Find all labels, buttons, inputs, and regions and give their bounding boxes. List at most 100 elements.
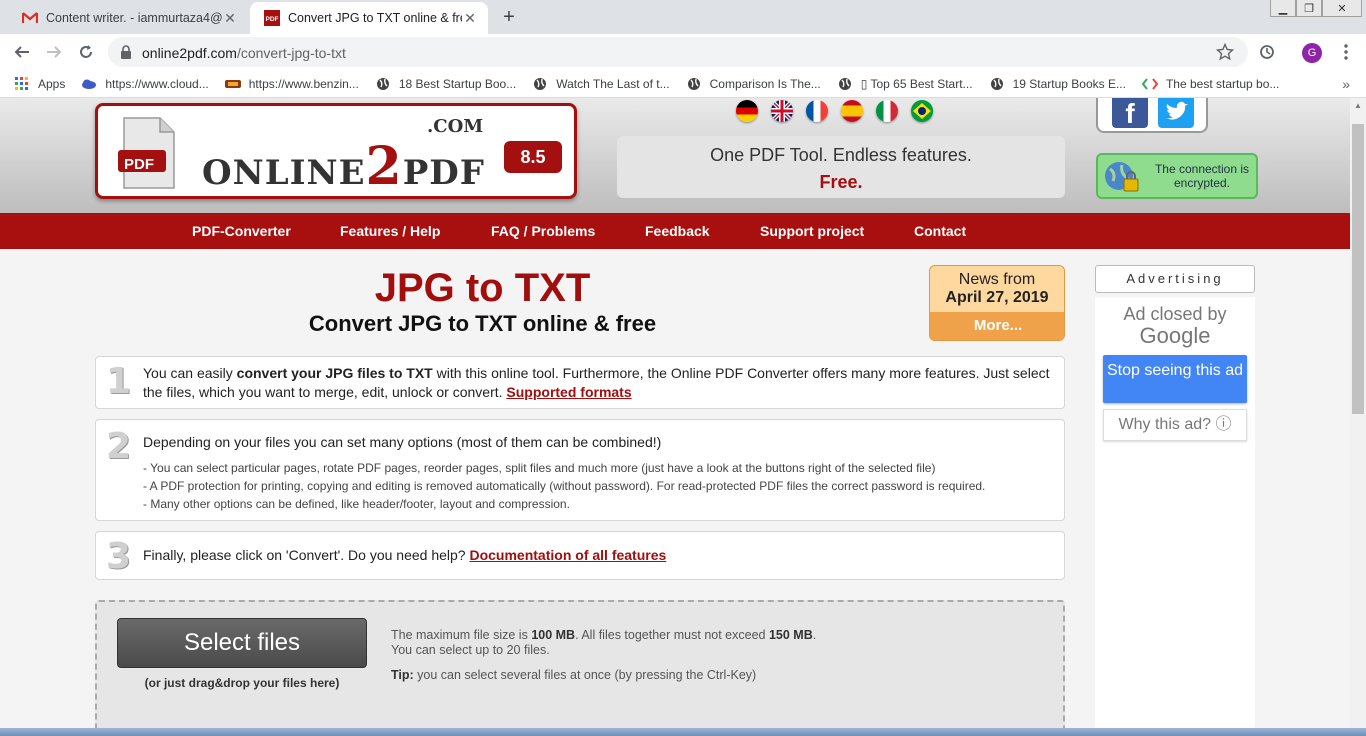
main-nav: PDF-Converter Features / Help FAQ / Prob…	[0, 213, 1350, 249]
brand-com: .COM	[427, 116, 484, 137]
close-window-icon[interactable]: ✕	[1322, 0, 1362, 17]
close-tab-icon[interactable]: ✕	[222, 10, 238, 26]
restore-icon[interactable]: ❐	[1296, 0, 1322, 17]
page-viewport: PDF ONLINE2PDF .COM 8.5 One PDF Tool. En…	[0, 98, 1350, 728]
window-controls: ▁ ❐ ✕	[1270, 0, 1362, 20]
site-header: PDF ONLINE2PDF .COM 8.5 One PDF Tool. En…	[0, 98, 1350, 213]
twitter-icon[interactable]	[1158, 98, 1194, 128]
flag-brazilian-icon[interactable]	[911, 100, 933, 122]
bookmarks-bar: Apps https://www.cloud... https://www.be…	[0, 70, 1366, 98]
browser-toolbar: online2pdf.com/convert-jpg-to-txt G	[0, 34, 1366, 70]
social-links: f	[1096, 98, 1208, 133]
bookmark-star-icon[interactable]	[1215, 42, 1235, 66]
tab-online2pdf[interactable]: PDF Convert JPG to TXT online & free ✕	[250, 2, 488, 34]
bookmark-apps[interactable]: Apps	[14, 76, 65, 92]
nav-features-help[interactable]: Features / Help	[340, 223, 440, 239]
flag-german-icon[interactable]	[736, 100, 758, 122]
flag-italian-icon[interactable]	[876, 100, 898, 122]
step-1: 1 You can easily convert your JPG files …	[95, 356, 1065, 409]
globe-icon	[375, 76, 391, 92]
step-1-text: You can easily convert your JPG files to…	[143, 365, 1050, 400]
step-3-text: Finally, please click on 'Convert'. Do y…	[143, 547, 667, 563]
bookmark-best-startup[interactable]: The best startup bo...	[1141, 76, 1279, 92]
bookmark-19-startup[interactable]: 19 Startup Books E...	[989, 76, 1126, 92]
news-more-button[interactable]: More...	[930, 312, 1064, 340]
page-subtitle: Convert JPG to TXT online & free	[308, 311, 657, 336]
globe-icon	[989, 76, 1005, 92]
news-date: April 27, 2019	[945, 289, 1049, 306]
lock-icon[interactable]	[120, 45, 132, 64]
bookmark-cloud[interactable]: https://www.cloud...	[81, 76, 209, 92]
menu-dots-icon[interactable]	[1334, 40, 1358, 64]
news-box[interactable]: News from April 27, 2019 More...	[929, 265, 1065, 341]
new-tab-button[interactable]: +	[498, 6, 520, 28]
profile-avatar[interactable]: G	[1302, 43, 1322, 63]
pdf-document-icon	[118, 117, 175, 189]
documentation-link[interactable]: Documentation of all features	[469, 547, 666, 563]
stop-seeing-ad-button[interactable]: Stop seeing this ad	[1103, 355, 1247, 403]
code-icon	[1141, 76, 1158, 92]
bookmark-last-of-us[interactable]: Watch The Last of t...	[532, 76, 670, 92]
slogan-box: One PDF Tool. Endless features. Free.	[617, 136, 1065, 198]
drag-drop-hint: (or just drag&drop your files here)	[144, 676, 340, 690]
slogan-line1: One PDF Tool. Endless features.	[710, 145, 972, 165]
supported-formats-link[interactable]: Supported formats	[506, 384, 631, 400]
tab-title: Convert JPG to TXT online & free	[288, 11, 462, 25]
cloud-icon	[81, 76, 97, 92]
os-taskbar	[0, 728, 1366, 736]
benzinga-icon	[224, 76, 241, 92]
bookmark-benzinga[interactable]: https://www.benzin...	[224, 76, 359, 92]
select-files-button[interactable]: Select files	[117, 618, 367, 668]
bookmark-startup-books[interactable]: 18 Best Startup Boo...	[375, 76, 516, 92]
secure-connection-text: The connection is encrypted.	[1154, 162, 1250, 190]
nav-pdf-converter[interactable]: PDF-Converter	[192, 223, 291, 239]
flag-french-icon[interactable]	[806, 100, 828, 122]
upload-dropzone[interactable]: Select files (or just drag&drop your fil…	[95, 600, 1065, 728]
pdf-icon-label: PDF	[124, 156, 154, 173]
minimize-icon[interactable]: ▁	[1270, 0, 1296, 17]
advertising-label: Advertising	[1095, 265, 1255, 293]
bookmark-top-65[interactable]: ▯ Top 65 Best Start...	[837, 76, 973, 92]
bookmarks-overflow-icon[interactable]: »	[1342, 76, 1350, 92]
facebook-icon[interactable]: f	[1112, 98, 1148, 129]
history-icon[interactable]	[1255, 40, 1279, 64]
nav-contact[interactable]: Contact	[914, 223, 966, 239]
tab-gmail[interactable]: Content writer. - iammurtaza4@gmail.com …	[8, 2, 248, 34]
forward-arrow-icon[interactable]	[42, 40, 66, 64]
step-number: 3	[106, 536, 132, 577]
back-arrow-icon[interactable]	[10, 40, 34, 64]
step-2-bullet: - You can select particular pages, rotat…	[143, 461, 936, 475]
language-flags	[736, 100, 946, 122]
pdf-icon: PDF	[264, 10, 280, 26]
svg-text:PDF: PDF	[266, 16, 279, 23]
screen: Content writer. - iammurtaza4@gmail.com …	[0, 0, 1366, 736]
site-logo[interactable]: PDF ONLINE2PDF .COM 8.5	[95, 103, 577, 199]
nav-support-project[interactable]: Support project	[760, 223, 864, 239]
ad-container: Ad closed by Google Stop seeing this ad …	[1095, 297, 1255, 728]
apps-grid-icon	[14, 76, 30, 92]
step-2: 2 Depending on your files you can set ma…	[95, 419, 1065, 521]
scrollbar-thumb[interactable]	[1352, 124, 1364, 414]
reload-icon[interactable]	[74, 40, 98, 64]
scroll-up-icon[interactable]: ▲	[1350, 98, 1366, 114]
why-this-ad-button[interactable]: Why this ad? ⓘ	[1103, 409, 1247, 441]
ad-closed-text: Ad closed by Google	[1095, 303, 1255, 347]
secure-connection-badge: The connection is encrypted.	[1096, 153, 1258, 199]
step-number: 2	[106, 426, 132, 467]
nav-faq-problems[interactable]: FAQ / Problems	[491, 223, 595, 239]
url-text: online2pdf.com/convert-jpg-to-txt	[142, 45, 346, 61]
page-title: JPG to TXT	[374, 266, 591, 310]
flag-english-icon[interactable]	[771, 100, 793, 122]
close-tab-icon[interactable]: ✕	[462, 10, 478, 26]
bookmark-comparison[interactable]: Comparison Is The...	[686, 76, 821, 92]
globe-icon	[686, 76, 702, 92]
step-2-text: Depending on your files you can set many…	[143, 433, 1052, 513]
globe-icon	[837, 76, 853, 92]
slogan-line2: Free.	[819, 172, 863, 192]
nav-feedback[interactable]: Feedback	[645, 223, 710, 239]
secure-globe-lock-icon	[1105, 162, 1139, 192]
address-bar[interactable]: online2pdf.com/convert-jpg-to-txt	[108, 37, 1248, 67]
flag-spanish-icon[interactable]	[841, 100, 863, 122]
page-scrollbar[interactable]: ▲	[1350, 98, 1366, 728]
tab-title: Content writer. - iammurtaza4@gmail.com	[46, 11, 222, 25]
